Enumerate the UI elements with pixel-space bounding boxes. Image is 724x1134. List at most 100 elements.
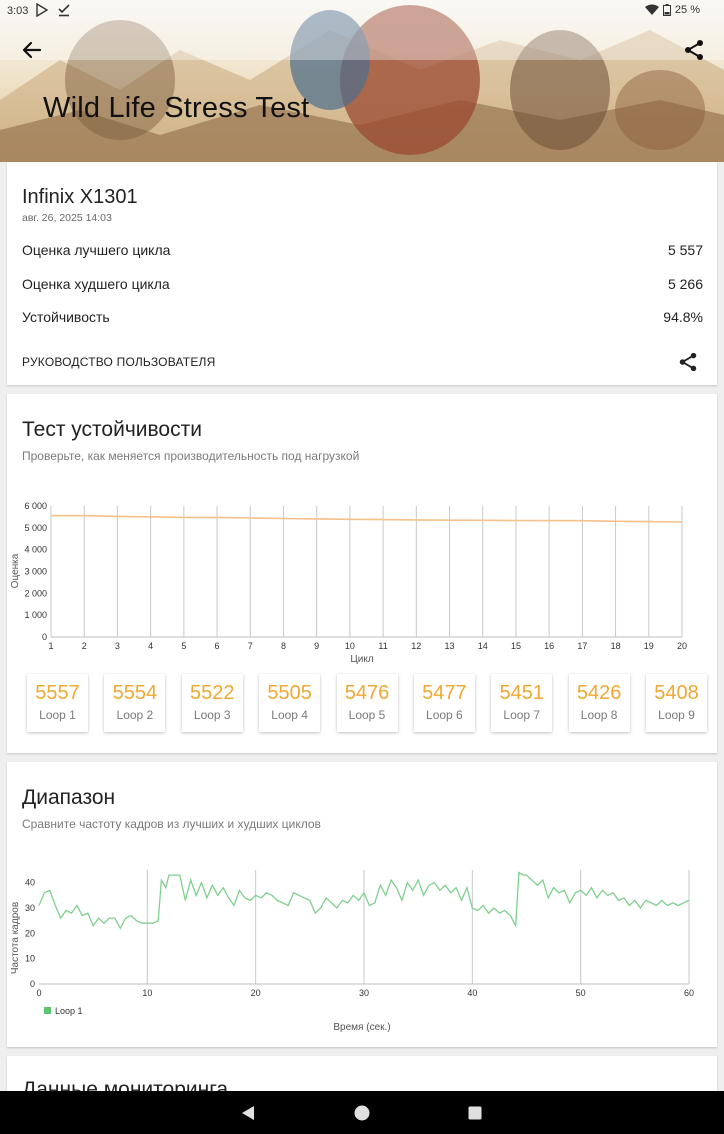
x-tick-label: 14 <box>478 641 488 651</box>
x-tick-label: 40 <box>467 988 477 998</box>
x-tick-label: 13 <box>445 641 455 651</box>
status-bar: 3:03 25 % <box>0 0 724 22</box>
y-tick-label: 4 000 <box>24 545 47 555</box>
x-tick-label: 6 <box>215 641 220 651</box>
summary-card: Infinix X1301 авг. 26, 2025 14:03 Оценка… <box>7 162 717 385</box>
x-tick-label: 20 <box>677 641 687 651</box>
loop-score: 5426 <box>576 682 622 704</box>
device-name: Infinix X1301 <box>22 186 138 208</box>
back-arrow-icon[interactable] <box>20 38 44 62</box>
x-tick-label: 50 <box>576 988 586 998</box>
worst-loop-row: Оценка худшего цикла 5 266 <box>22 276 703 292</box>
hero-illustration <box>0 0 724 162</box>
home-circle-icon[interactable] <box>351 1102 373 1124</box>
share-icon[interactable] <box>677 351 699 373</box>
loop-label: Loop 4 <box>271 708 308 722</box>
x-axis-label: Время (сек.) <box>333 1022 390 1033</box>
y-tick-label: 30 <box>25 903 35 913</box>
x-tick-label: 5 <box>181 641 186 651</box>
loop-score: 5476 <box>344 682 390 704</box>
loop-card-4[interactable]: 5505 Loop 4 <box>259 674 321 732</box>
x-tick-label: 11 <box>378 641 387 651</box>
x-tick-label: 1 <box>48 641 53 651</box>
status-time: 3:03 <box>7 5 29 17</box>
x-tick-label: 10 <box>345 641 355 651</box>
loop-card-8[interactable]: 5426 Loop 8 <box>568 674 630 732</box>
loop-score: 5557 <box>35 682 80 704</box>
x-tick-label: 2 <box>82 641 87 651</box>
loop-score: 5477 <box>422 682 467 704</box>
best-loop-value: 5 557 <box>667 242 703 258</box>
stability-chart: 1 2 3 4 5 6 7 8 9 10 11 12 13 14 15 16 17 18 19 2001 0002 0… <box>10 501 687 665</box>
x-tick-label: 0 <box>36 988 41 998</box>
loop-card-3[interactable]: 5522 Loop 3 <box>181 674 243 732</box>
y-tick-label: 5 000 <box>24 523 47 533</box>
loop-label: Loop 2 <box>116 708 154 722</box>
y-axis-label: Частота кадров <box>10 902 21 974</box>
y-tick-label: 0 <box>42 632 47 642</box>
loop-card-1[interactable]: 5557 Loop 1 <box>27 674 88 732</box>
y-tick-label: 0 <box>30 979 35 989</box>
play-store-icon <box>36 3 49 17</box>
legend-label: Loop 1 <box>55 1006 83 1016</box>
x-tick-label: 17 <box>577 641 587 651</box>
stability-label: Устойчивость <box>22 309 110 325</box>
loop-label: Loop 1 <box>39 708 76 722</box>
test-date: авг. 26, 2025 14:03 <box>22 212 112 224</box>
y-tick-label: 3 000 <box>24 567 47 577</box>
x-tick-label: 16 <box>544 641 554 651</box>
x-tick-label: 3 <box>115 641 120 651</box>
loop-card-5[interactable]: 5476 Loop 5 <box>336 674 398 732</box>
share-icon[interactable] <box>682 38 706 62</box>
loop-card-9[interactable]: 5408 Loop 9 <box>646 674 707 732</box>
x-axis-label: Цикл <box>350 654 373 665</box>
x-tick-label: 8 <box>281 641 286 651</box>
loop-card-7[interactable]: 5451 Loop 7 <box>491 674 553 732</box>
x-tick-label: 12 <box>411 641 421 651</box>
y-tick-label: 10 <box>25 954 35 964</box>
download-done-icon <box>58 4 70 17</box>
loop-label: Loop 7 <box>503 708 541 722</box>
y-tick-label: 2 000 <box>24 588 47 598</box>
best-loop-row: Оценка лучшего цикла 5 557 <box>22 242 703 258</box>
loop-score: 5505 <box>267 682 312 704</box>
page-title: Wild Life Stress Test <box>43 92 310 124</box>
worst-loop-value: 5 266 <box>667 276 703 292</box>
y-tick-label: 1 000 <box>24 610 47 620</box>
x-tick-label: 10 <box>142 988 152 998</box>
worst-loop-label: Оценка худшего цикла <box>22 276 170 292</box>
system-nav-bar <box>0 1091 724 1134</box>
user-guide-link[interactable]: РУКОВОДСТВО ПОЛЬЗОВАТЕЛЯ <box>22 355 215 369</box>
battery-icon <box>662 4 671 16</box>
y-tick-label: 40 <box>25 878 35 888</box>
back-triangle-icon[interactable] <box>238 1102 260 1124</box>
loop-label: Loop 8 <box>580 708 618 722</box>
loop-card-6[interactable]: 5477 Loop 6 <box>413 674 475 732</box>
x-tick-label: 18 <box>611 641 621 651</box>
stability-card: Тест устойчивости Проверьте, как меняетс… <box>7 394 717 753</box>
x-tick-label: 4 <box>148 641 153 651</box>
y-axis-label: Оценка <box>10 553 21 588</box>
battery-level: 25 % <box>674 4 700 16</box>
wifi-icon <box>644 4 659 15</box>
stability-row: Устойчивость 94.8% <box>22 309 703 325</box>
x-tick-label: 60 <box>684 988 694 998</box>
loop-label: Loop 6 <box>426 708 463 722</box>
x-tick-label: 19 <box>644 641 654 651</box>
loop-score: 5408 <box>654 682 699 704</box>
loop-scores: 5557 Loop 1 5554 Loop 2 5522 Loop 3 5505 Loop 4… <box>27 674 707 732</box>
y-tick-label: 20 <box>25 928 35 938</box>
loop-card-2[interactable]: 5554 Loop 2 <box>104 674 166 732</box>
x-tick-label: 20 <box>251 988 261 998</box>
series-line-score <box>51 514 683 523</box>
range-card: Диапазон Сравните частоту кадров из лучш… <box>7 762 717 1047</box>
loop-label: Loop 9 <box>658 708 695 722</box>
hero-banner: 3:03 25 % Wild Life Stress Test <box>0 0 724 162</box>
legend-swatch <box>44 1007 51 1014</box>
best-loop-label: Оценка лучшего цикла <box>22 242 171 258</box>
loop-score: 5522 <box>190 682 235 704</box>
recents-square-icon[interactable] <box>464 1102 486 1124</box>
loop-score: 5554 <box>112 682 158 704</box>
stability-value: 94.8% <box>663 309 703 325</box>
x-tick-label: 9 <box>314 641 319 651</box>
